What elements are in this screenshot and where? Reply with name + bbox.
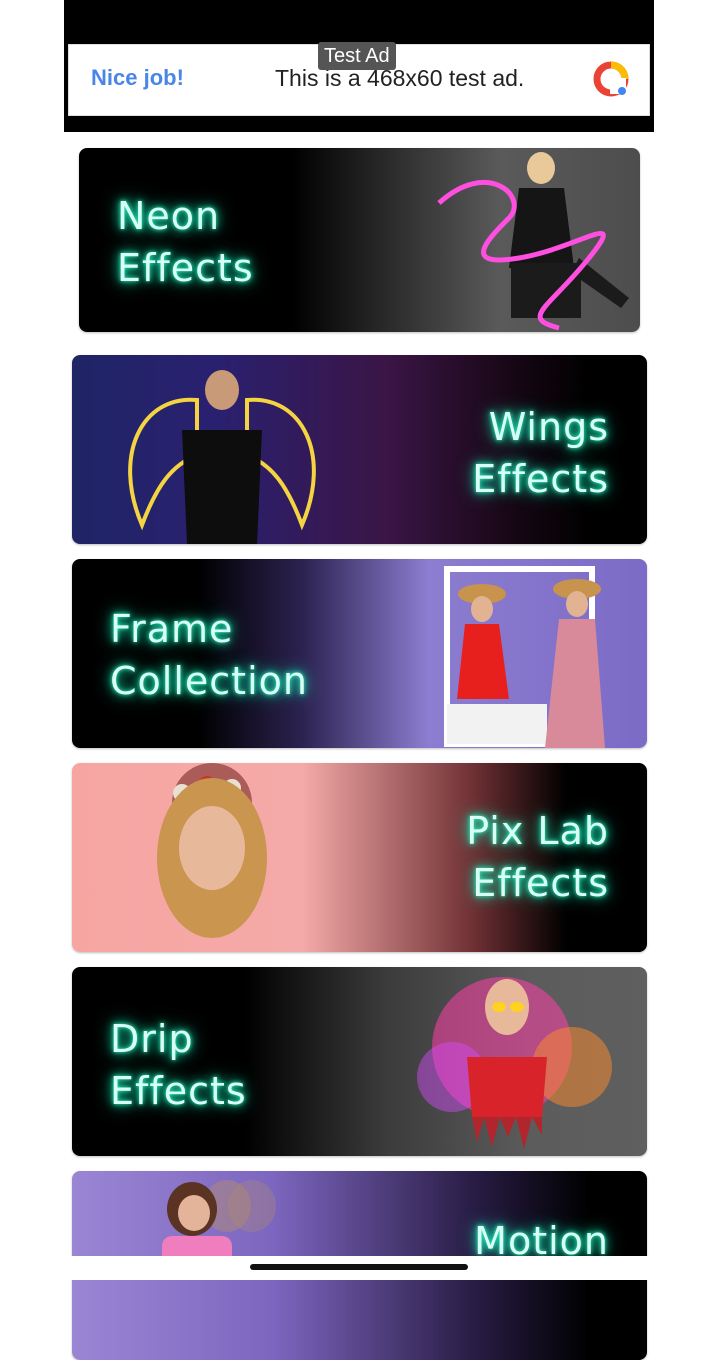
neon-effects-card[interactable]: Neon Effects	[79, 148, 640, 332]
card-title-line1: Pix Lab	[466, 809, 609, 853]
wings-effects-card[interactable]: Wings Effects	[72, 355, 647, 544]
test-ad-tag: Test Ad	[318, 42, 396, 70]
drip-effects-label: Drip Effects	[110, 1013, 247, 1117]
pix-lab-model-image	[157, 763, 267, 938]
wings-model-image	[128, 370, 316, 544]
frame-models-image	[444, 566, 605, 748]
neon-model-image	[437, 152, 629, 331]
card-title-line2: Effects	[117, 246, 254, 290]
home-indicator[interactable]	[250, 1264, 468, 1270]
neon-effects-label: Neon Effects	[117, 190, 254, 294]
card-title-line1: Frame	[110, 607, 234, 651]
card-title-line2: Effects	[472, 457, 609, 501]
ad-banner[interactable]: Nice job! This is a 468x60 test ad. Test…	[64, 0, 654, 132]
drip-model-image	[417, 977, 612, 1149]
card-title-line1: Neon	[117, 194, 221, 238]
card-title-line1: Wings	[488, 405, 609, 449]
ad-choices-logo-icon[interactable]	[591, 59, 631, 99]
ad-headline[interactable]: Nice job!	[91, 65, 184, 91]
frame-collection-card[interactable]: Frame Collection	[72, 559, 647, 748]
card-title-line1: Drip	[110, 1017, 194, 1061]
wings-effects-label: Wings Effects	[472, 401, 609, 505]
pix-lab-effects-label: Pix Lab Effects	[466, 805, 609, 909]
ad-text[interactable]: This is a 468x60 test ad.	[275, 65, 524, 92]
drip-effects-card[interactable]: Drip Effects	[72, 967, 647, 1156]
card-title-line2: Effects	[110, 1069, 247, 1113]
card-title-line2: Collection	[110, 659, 308, 703]
frame-collection-label: Frame Collection	[110, 603, 308, 707]
pix-lab-effects-card[interactable]: Pix Lab Effects	[72, 763, 647, 952]
card-title-line2: Effects	[472, 861, 609, 905]
